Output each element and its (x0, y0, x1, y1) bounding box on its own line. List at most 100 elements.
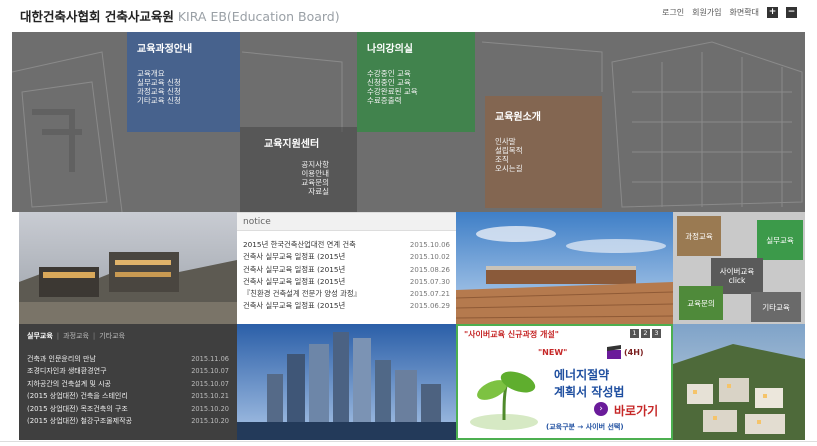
quick-inquiry-label: 교육문의 (687, 298, 715, 308)
menu-item-directions[interactable]: 오시는길 (495, 164, 592, 173)
menu-item-course-apply[interactable]: 과정교육 신청 (137, 87, 230, 96)
building-photo-2-image (456, 212, 673, 324)
city-skyline-photo (237, 324, 456, 440)
quick-inquiry-button[interactable]: 교육문의 (679, 286, 723, 320)
menu-item-archive[interactable]: 자료실 (250, 187, 347, 196)
course-row[interactable]: 조경디자인과 생태환경연구 2015.10.07 (27, 365, 229, 377)
course-list: 건축과 인문윤리의 만남 2015.11.06 조경디자인과 생태환경연구 2015… (19, 347, 237, 427)
quick-other-label: 기타교육 (762, 302, 790, 312)
footer-divider (0, 441, 817, 442)
menu-title-support-center[interactable]: 교육지원센터 (264, 135, 347, 150)
menu-item-applied[interactable]: 신청중인 교육 (367, 78, 465, 87)
course-title: (2015 상업대전) 목조건축의 구조 (27, 404, 128, 413)
course-date: 2015.10.20 (191, 404, 229, 413)
course-date: 2015.10.07 (191, 379, 229, 388)
arrow-right-icon: › (594, 402, 608, 416)
site-title-ko: 대한건축사협회 건축사교육원 (20, 9, 174, 24)
banner-new-tag: "NEW" (538, 348, 568, 357)
banner-hours: (4H) (624, 348, 644, 357)
notice-date: 2015.07.30 (409, 277, 450, 286)
notice-row[interactable]: 2015년 한국건축산업대전 연계 건축 2015.10.06 (243, 239, 450, 251)
tab-course[interactable]: 과정교육 (63, 332, 89, 340)
quick-cyber-label: 사이버교육 (719, 267, 755, 276)
quick-course-button[interactable]: 과정교육 (677, 216, 721, 256)
site-title[interactable]: 대한건축사협회 건축사교육원 KIRA EB(Education Board) (20, 6, 340, 25)
menu-title-my-classroom[interactable]: 나의강의실 (367, 40, 465, 55)
notice-title: 건축사 실무교육 일정표 (2015년 (243, 264, 346, 274)
menu-item-notices[interactable]: 공지사항 (250, 160, 347, 169)
menu-title-course-guide[interactable]: 교육과정안내 (137, 40, 230, 55)
houses-image (673, 324, 805, 440)
site-header: 대한건축사협회 건축사교육원 KIRA EB(Education Board) 로… (0, 0, 817, 28)
notice-row[interactable]: 건축사 실무교육 일정표 (2015년 2015.06.29 (243, 300, 450, 312)
menu-item-greeting[interactable]: 인사말 (495, 137, 592, 146)
menu-item-practical-apply[interactable]: 실무교육 신청 (137, 78, 230, 87)
notice-row[interactable]: 건축사 실무교육 일정표 (2015년 2015.10.02 (243, 251, 450, 263)
login-link[interactable]: 로그인 (662, 7, 684, 18)
city-skyline-image (237, 324, 456, 440)
menu-item-organization[interactable]: 조직 (495, 155, 592, 164)
zoom-label: 화면확대 (729, 8, 759, 17)
course-row[interactable]: (2015 상업대전) 건축을 스테인리 2015.10.21 (27, 390, 229, 402)
notice-list: 2015년 한국건축산업대전 연계 건축 2015.10.06 건축사 실무교육 … (237, 231, 456, 313)
menu-item-overview[interactable]: 교육개요 (137, 69, 230, 78)
tab-practical[interactable]: 실무교육 (27, 332, 53, 340)
clapperboard-icon (607, 345, 621, 359)
hero-menu-area: 교육과정안내 교육개요 실무교육 신청 과정교육 신청 기타교육 신청 나의강의… (12, 32, 805, 212)
menu-title-about[interactable]: 교육원소개 (495, 108, 592, 123)
signup-link[interactable]: 회원가입 (692, 7, 721, 18)
notice-title: 건축사 실무교육 일정표 (2015년 (243, 276, 346, 286)
course-row[interactable]: 지하공간의 건축설계 및 시공 2015.10.07 (27, 378, 229, 390)
notice-date: 2015.08.26 (409, 265, 450, 274)
building-photo-1 (19, 212, 237, 324)
menu-item-completed[interactable]: 수강완료된 교육 (367, 87, 465, 96)
cyber-course-banner[interactable]: "사이버교육 신규과정 개설" 1 2 3 "NEW" (4H) 에너지절약 계… (456, 324, 673, 440)
banner-page-1[interactable]: 1 (630, 329, 639, 338)
banner-pager: 1 2 3 (630, 329, 661, 338)
notice-heading[interactable]: notice (237, 213, 456, 231)
notice-date: 2015.07.21 (409, 290, 450, 299)
course-row[interactable]: 건축과 인문윤리의 만남 2015.11.06 (27, 353, 229, 365)
banner-path-hint: (교육구분 → 사이버 선택) (546, 423, 624, 431)
banner-page-3[interactable]: 3 (652, 329, 661, 338)
banner-course-line2: 계획서 작성법 (554, 385, 625, 399)
notice-date: 2015.06.29 (409, 302, 450, 311)
course-tabs: 실무교육 | 과정교육 | 기타교육 (27, 332, 126, 340)
tab-other[interactable]: 기타교육 (99, 332, 125, 340)
menu-item-purpose[interactable]: 설립목적 (495, 146, 592, 155)
course-date: 2015.10.21 (191, 392, 229, 401)
course-title: 지하공간의 건축설계 및 시공 (27, 379, 111, 388)
quick-course-label: 과정교육 (685, 231, 713, 241)
quick-practical-label: 실무교육 (766, 235, 794, 245)
course-row[interactable]: (2015 상업대전) 목조건축의 구조 2015.10.20 (27, 403, 229, 415)
building-photo-2 (456, 212, 673, 324)
menu-item-usage-guide[interactable]: 이용안내 (250, 169, 347, 178)
site-title-en: KIRA EB(Education Board) (177, 9, 340, 24)
zoom-in-button[interactable]: + (767, 7, 778, 18)
zoom-out-button[interactable]: − (786, 7, 797, 18)
notice-row[interactable]: 건축사 실무교육 일정표 (2015년 2015.08.26 (243, 264, 450, 276)
building-photo-1-image (19, 212, 237, 324)
notice-title: 2015년 한국건축산업대전 연계 건축 (243, 240, 356, 249)
course-title: (2015 상업대전) 철강구조물제작공 (27, 417, 133, 426)
quick-menu: 과정교육 실무교육 사이버교육 click 교육문의 기타교육 (673, 212, 805, 324)
course-row[interactable]: (2015 상업대전) 철강구조물제작공 2015.10.20 (27, 415, 229, 427)
houses-photo (673, 324, 805, 440)
menu-item-certificate[interactable]: 수료증출력 (367, 96, 465, 105)
banner-page-2[interactable]: 2 (641, 329, 650, 338)
notice-row[interactable]: 『친환경 건축설계 전문가 양성 과정』 2015.07.21 (243, 288, 450, 300)
banner-go-button[interactable]: 바로가기 (614, 402, 658, 419)
notice-date: 2015.10.02 (409, 253, 450, 262)
notice-row[interactable]: 건축사 실무교육 일정표 (2015년 2015.07.30 (243, 276, 450, 288)
quick-practical-button[interactable]: 실무교육 (757, 220, 803, 260)
menu-my-classroom: 나의강의실 수강중인 교육 신청중인 교육 수강완료된 교육 수료증출력 (357, 32, 475, 132)
quick-cyber-click: click (728, 276, 746, 285)
course-title: (2015 상업대전) 건축을 스테인리 (27, 392, 128, 401)
quick-other-button[interactable]: 기타교육 (751, 292, 801, 322)
menu-item-inquiry[interactable]: 교육문의 (250, 178, 347, 187)
menu-item-in-progress[interactable]: 수강중인 교육 (367, 69, 465, 78)
notice-title: 건축사 실무교육 일정표 (2015년 (243, 301, 346, 311)
menu-item-other-apply[interactable]: 기타교육 신청 (137, 96, 230, 105)
top-utility-nav: 로그인 회원가입 화면확대 + − (662, 7, 797, 18)
notice-title: 건축사 실무교육 일정표 (2015년 (243, 252, 346, 262)
